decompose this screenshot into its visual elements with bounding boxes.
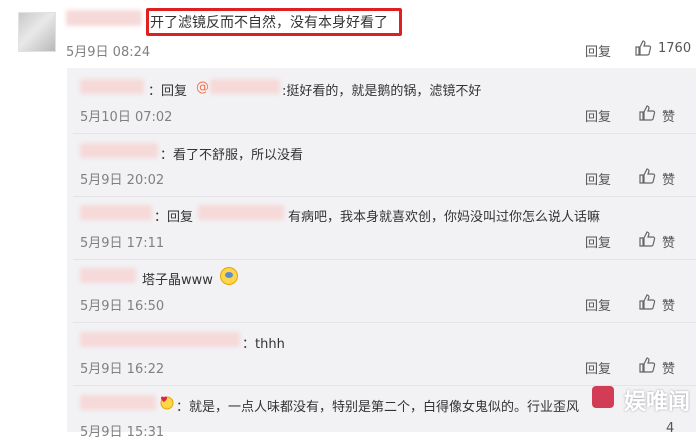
crying-emoji-icon [220, 267, 238, 285]
blurred-username[interactable] [80, 395, 156, 410]
user-avatar[interactable] [18, 12, 56, 52]
like-count[interactable]: 4 [666, 421, 674, 436]
divider [73, 196, 696, 197]
reply-button[interactable]: 回复 [585, 295, 611, 314]
reply-text: ：就是，一点人味都没有，特别是第二个，白得像女鬼似的。行业歪风 [176, 400, 580, 415]
divider [73, 259, 696, 260]
blurred-username[interactable] [80, 79, 144, 94]
reply-date: 5月9日 20:02 [80, 173, 165, 188]
watermark-logo-icon [592, 386, 614, 408]
like-label[interactable]: 赞 [662, 295, 675, 314]
reply-text: 有病吧，我本身就喜欢创，你妈没叫过你怎么说人话嘛 [288, 210, 601, 225]
main-comment-date: 5月9日 08:24 [66, 45, 151, 60]
thumbs-up-icon[interactable] [638, 104, 656, 122]
like-label[interactable]: 赞 [662, 106, 675, 125]
heart-emoji-icon [160, 396, 174, 410]
reply-date: 5月9日 15:31 [80, 425, 165, 440]
like-label[interactable]: 赞 [662, 358, 675, 377]
blurred-username[interactable] [66, 10, 142, 26]
reply-text: :挺好看的，就是鹅的锅，滤镜不好 [282, 84, 482, 99]
reply-button[interactable]: 回复 [585, 232, 611, 251]
blurred-mention[interactable] [210, 79, 280, 94]
reply-text: ：thhh [242, 337, 285, 352]
blurred-mention[interactable] [198, 205, 284, 220]
thumbs-up-icon[interactable] [638, 293, 656, 311]
like-label[interactable]: 赞 [662, 169, 675, 188]
reply-date: 5月9日 16:50 [80, 299, 165, 314]
mention-link[interactable]: @ [196, 80, 209, 95]
blurred-username[interactable] [80, 268, 136, 283]
watermark-text: 娱唯闻 [623, 390, 690, 415]
blurred-username[interactable] [80, 205, 152, 220]
reply-text: 塔子晶www [142, 273, 213, 288]
thumbs-up-icon[interactable] [638, 230, 656, 248]
reply-prefix: ：回复 [148, 84, 188, 99]
thumbs-up-icon[interactable] [638, 356, 656, 374]
divider [73, 322, 696, 323]
reply-prefix: ：回复 [154, 210, 194, 225]
thumbs-up-icon[interactable] [638, 167, 656, 185]
main-reply-button[interactable]: 回复 [585, 41, 611, 60]
thumbs-up-icon[interactable] [634, 39, 652, 57]
reply-date: 5月10日 07:02 [80, 110, 173, 125]
blurred-username[interactable] [80, 143, 158, 158]
main-comment-text: 开了滤镜反而不自然，没有本身好看了 [150, 15, 388, 31]
reply-button[interactable]: 回复 [585, 358, 611, 377]
main-like-count: 1760 [658, 41, 692, 56]
blurred-username[interactable] [80, 332, 240, 347]
reply-button[interactable]: 回复 [585, 106, 611, 125]
reply-date: 5月9日 17:11 [80, 236, 165, 251]
divider [73, 133, 696, 134]
like-label[interactable]: 赞 [662, 232, 675, 251]
reply-text: ：看了不舒服，所以没看 [160, 148, 304, 163]
reply-date: 5月9日 16:22 [80, 362, 165, 377]
reply-button[interactable]: 回复 [585, 169, 611, 188]
